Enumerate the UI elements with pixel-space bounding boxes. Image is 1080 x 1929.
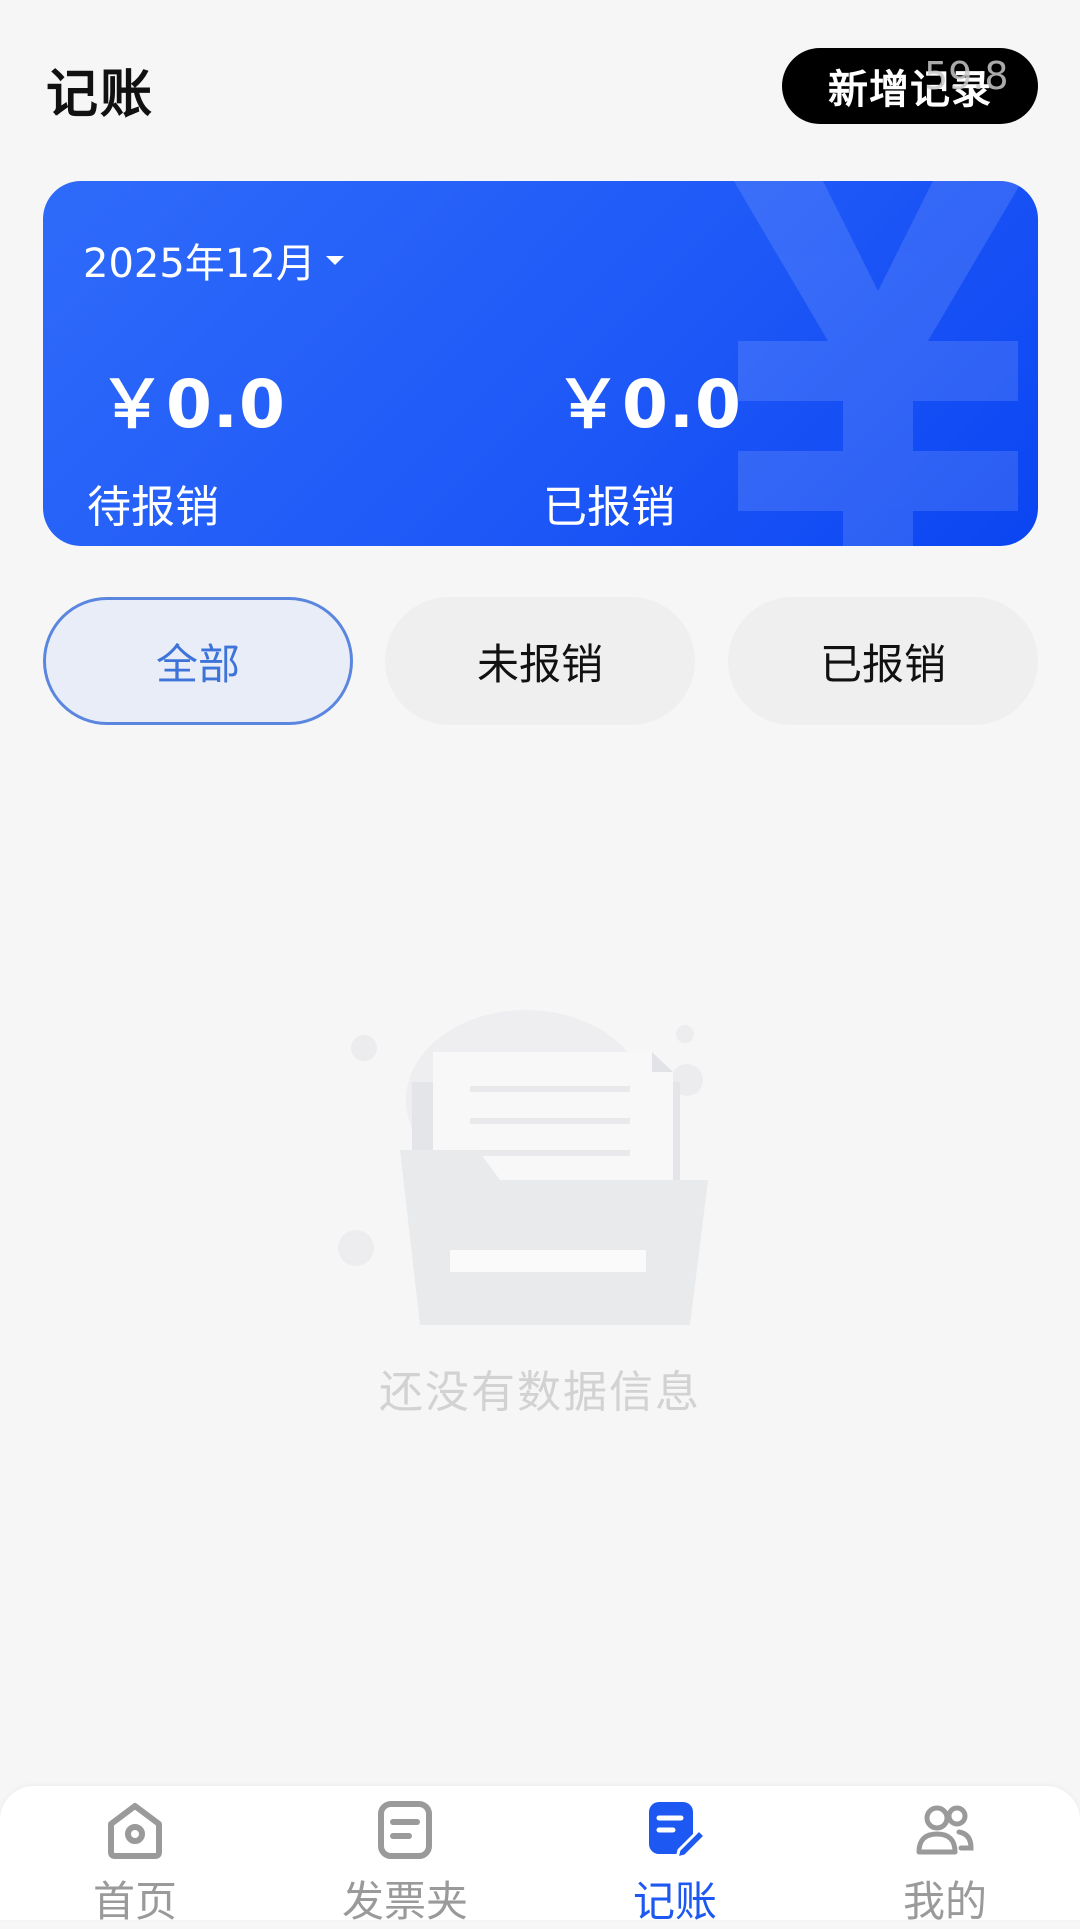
nav-item-home[interactable]: 首页: [0, 1786, 270, 1926]
pending-label: 待报销: [87, 482, 219, 533]
header: 记账 新增记录 59.8: [0, 0, 1080, 170]
caret-down-icon: [325, 255, 344, 265]
summary-card: 2025年12月 ￥0.0 ￥0.0 待报销 已报销: [43, 181, 1038, 546]
empty-message: 还没有数据信息: [379, 1367, 701, 1418]
bottom-nav: 首页 发票夹 记账 我的: [0, 1786, 1080, 1926]
page-title: 记账: [46, 65, 155, 125]
tab-unreimbursed[interactable]: 未报销: [385, 597, 695, 725]
month-selector[interactable]: 2025年12月: [83, 231, 344, 289]
nav-item-invoice-folder[interactable]: 发票夹: [270, 1786, 540, 1926]
pending-amount: ￥0.0: [99, 366, 286, 443]
nav-item-profile[interactable]: 我的: [810, 1786, 1080, 1926]
nav-item-ledger[interactable]: 记账: [540, 1786, 810, 1926]
month-label: 2025年12月: [83, 241, 316, 287]
tab-reimbursed[interactable]: 已报销: [728, 597, 1038, 725]
tab-all[interactable]: 全部: [43, 597, 353, 725]
reimbursed-label: 已报销: [543, 482, 675, 533]
user-group-icon: [916, 1805, 974, 1855]
reimbursed-amount: ￥0.0: [555, 366, 742, 443]
empty-folder-icon: [338, 1010, 708, 1325]
invoice-folder-icon: [378, 1801, 432, 1859]
ledger-edit-icon: [649, 1802, 707, 1860]
filter-tabs: 全部 未报销 已报销: [43, 597, 1038, 725]
home-icon: [108, 1803, 162, 1859]
add-record-button[interactable]: 新增记录: [782, 48, 1038, 124]
